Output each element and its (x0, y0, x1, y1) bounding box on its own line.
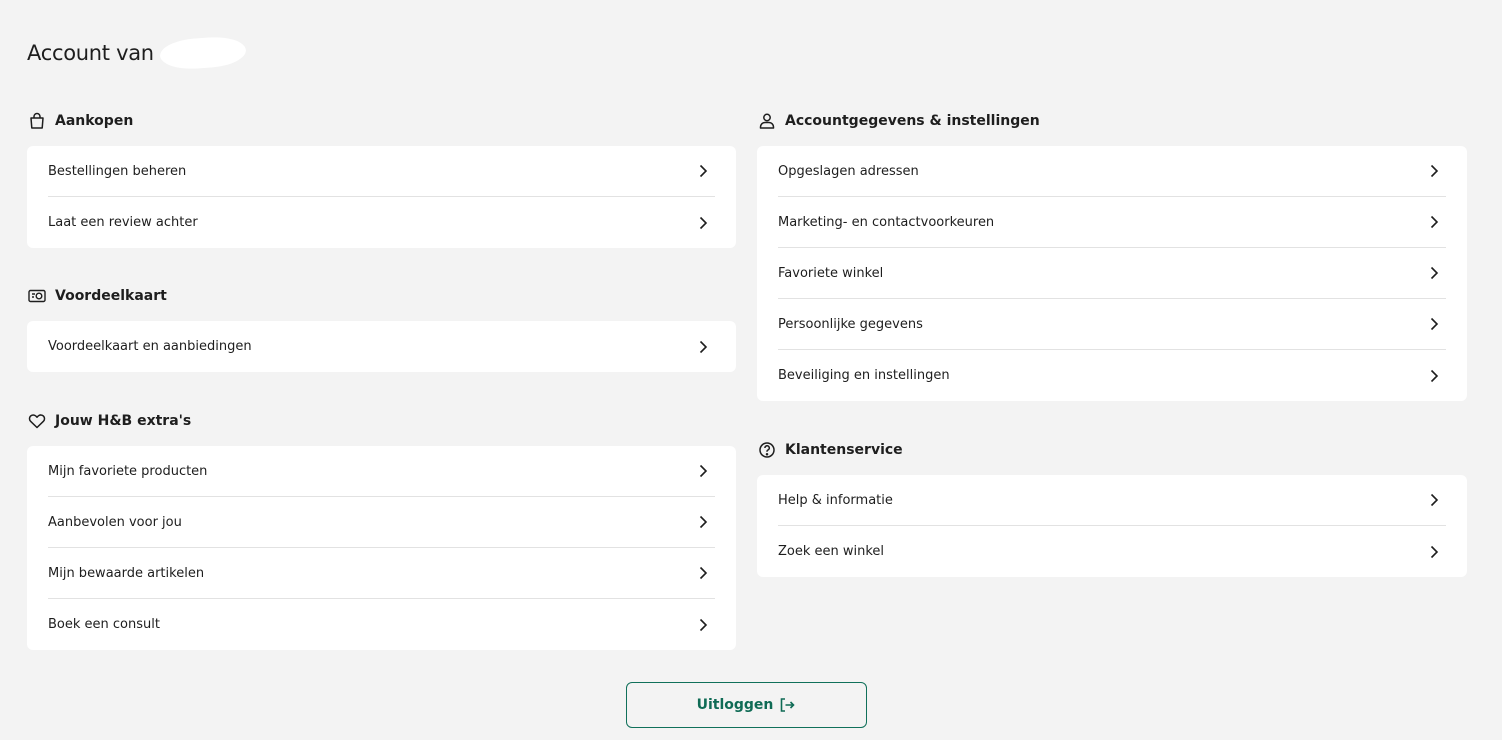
menu-item-label: Voordeelkaart en aanbiedingen (48, 339, 252, 354)
menu-item-voordeelkaart-aanbiedingen[interactable]: Voordeelkaart en aanbiedingen (48, 321, 715, 372)
loyalty-card-icon (28, 289, 46, 303)
chevron-right-icon (699, 515, 708, 529)
heart-icon (28, 414, 46, 429)
menu-item-label: Bestellingen beheren (48, 163, 187, 179)
menu-item-label: Zoek een winkel (778, 544, 885, 559)
chevron-right-icon (699, 566, 708, 580)
page-title: Account van (27, 35, 247, 71)
chevron-right-icon (1430, 317, 1439, 331)
menu-item-label: Favoriete winkel (778, 265, 884, 281)
menu-item-bewaarde-artikelen[interactable]: Mijn bewaarde artikelen (48, 548, 715, 599)
redacted-username (158, 35, 247, 71)
section-klantenservice-title: Klantenservice (785, 442, 903, 458)
chevron-right-icon (1430, 215, 1439, 229)
menu-item-label: Persoonlijke gegevens (778, 316, 923, 332)
card-extras: Mijn favoriete producten Aanbevolen voor… (27, 446, 736, 650)
menu-item-favoriete-winkel[interactable]: Favoriete winkel (778, 248, 1446, 299)
menu-item-label: Beveiliging en instellingen (778, 368, 950, 383)
menu-item-marketing-voorkeuren[interactable]: Marketing- en contactvoorkeuren (778, 197, 1446, 248)
section-account-title: Accountgegevens & instellingen (785, 113, 1040, 129)
section-aankopen-title: Aankopen (55, 113, 134, 129)
shopping-bag-icon (30, 112, 44, 129)
chevron-right-icon (699, 464, 708, 478)
menu-item-bestellingen-beheren[interactable]: Bestellingen beheren (48, 146, 715, 197)
card-voordeelkaart: Voordeelkaart en aanbiedingen (27, 321, 736, 372)
menu-item-label: Marketing- en contactvoorkeuren (778, 214, 995, 230)
menu-item-help-informatie[interactable]: Help & informatie (778, 475, 1446, 526)
menu-item-label: Aanbevolen voor jou (48, 514, 182, 530)
section-extras-header: Jouw H&B extra's (27, 407, 736, 435)
menu-item-favoriete-producten[interactable]: Mijn favoriete producten (48, 446, 715, 497)
card-aankopen: Bestellingen beheren Laat een review ach… (27, 146, 736, 248)
card-klantenservice: Help & informatie Zoek een winkel (757, 475, 1467, 577)
chevron-right-icon (699, 618, 708, 631)
chevron-right-icon (1430, 164, 1439, 178)
section-aankopen-header: Aankopen (27, 107, 736, 135)
user-icon (759, 113, 775, 129)
chevron-right-icon (1430, 545, 1439, 558)
menu-item-label: Mijn bewaarde artikelen (48, 565, 205, 581)
logout-icon (781, 698, 796, 712)
section-voordeelkaart-header: Voordeelkaart (27, 282, 736, 310)
menu-item-boek-consult[interactable]: Boek een consult (48, 599, 715, 650)
chevron-right-icon (699, 216, 708, 229)
menu-item-label: Mijn favoriete producten (48, 463, 208, 479)
chevron-right-icon (1430, 266, 1439, 280)
chevron-right-icon (1430, 369, 1439, 382)
menu-item-zoek-winkel[interactable]: Zoek een winkel (778, 526, 1446, 577)
page-title-text: Account van (27, 41, 154, 65)
menu-item-persoonlijke-gegevens[interactable]: Persoonlijke gegevens (778, 299, 1446, 350)
logout-label: Uitloggen (696, 697, 774, 713)
menu-item-aanbevolen[interactable]: Aanbevolen voor jou (48, 497, 715, 548)
help-circle-icon (759, 442, 775, 458)
section-voordeelkaart-title: Voordeelkaart (55, 288, 167, 304)
section-klantenservice-header: Klantenservice (757, 436, 1467, 464)
card-account: Opgeslagen adressen Marketing- en contac… (757, 146, 1467, 401)
menu-item-label: Help & informatie (778, 492, 893, 508)
menu-item-review-achterlaten[interactable]: Laat een review achter (48, 197, 715, 248)
menu-item-label: Laat een review achter (48, 215, 198, 230)
menu-item-label: Opgeslagen adressen (778, 163, 919, 179)
section-account-header: Accountgegevens & instellingen (757, 107, 1467, 135)
menu-item-label: Boek een consult (48, 617, 160, 632)
chevron-right-icon (699, 340, 708, 353)
section-extras-title: Jouw H&B extra's (55, 413, 192, 429)
left-column: Aankopen Bestellingen beheren Laat een r… (27, 107, 736, 650)
right-column: Accountgegevens & instellingen Opgeslage… (757, 107, 1467, 577)
chevron-right-icon (699, 164, 708, 178)
menu-item-opgeslagen-adressen[interactable]: Opgeslagen adressen (778, 146, 1446, 197)
menu-item-beveiliging-instellingen[interactable]: Beveiliging en instellingen (778, 350, 1446, 401)
chevron-right-icon (1430, 493, 1439, 507)
logout-button[interactable]: Uitloggen (626, 682, 867, 728)
